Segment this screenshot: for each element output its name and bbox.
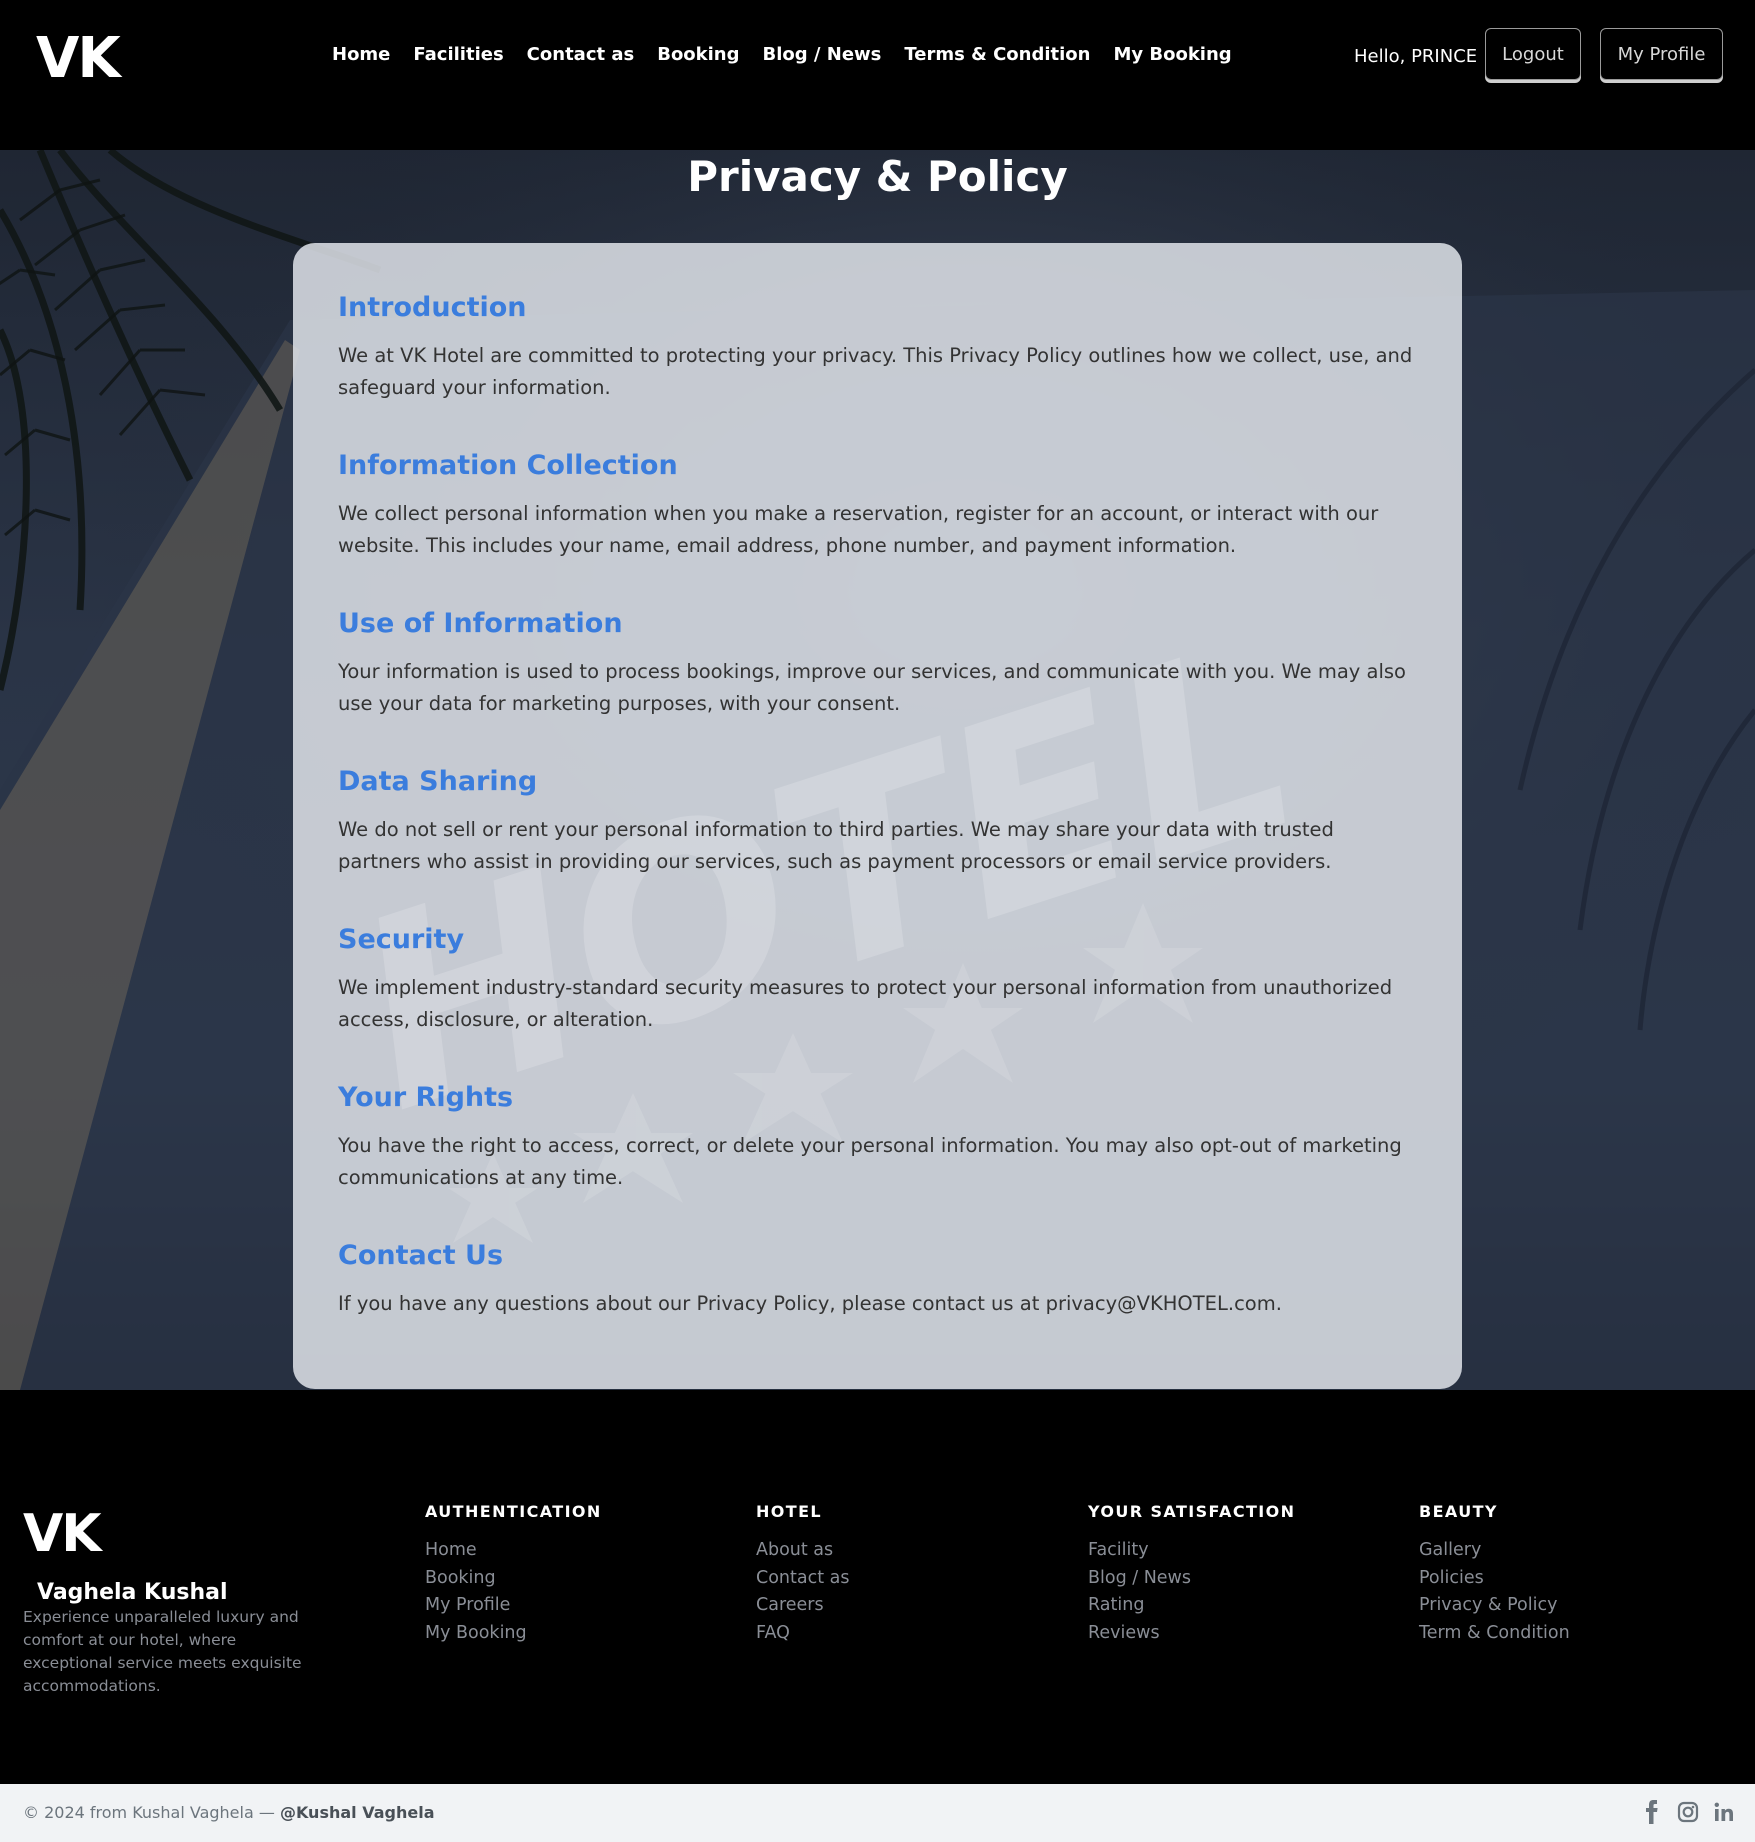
footer-link-contact[interactable]: Contact as — [756, 1565, 850, 1593]
footer-column-satisfaction: YOUR SATISFACTION Facility Blog / News R… — [1088, 1502, 1295, 1647]
section-text: We at VK Hotel are committed to protecti… — [338, 344, 1413, 399]
section-text: If you have any questions about our Priv… — [338, 1292, 1282, 1315]
nav-my-booking[interactable]: My Booking — [1113, 44, 1231, 65]
section-text: We do not sell or rent your personal inf… — [338, 818, 1334, 873]
footer-column-heading: BEAUTY — [1419, 1502, 1498, 1521]
footer-link-booking[interactable]: Booking — [425, 1565, 602, 1593]
footer-column-authentication: AUTHENTICATION Home Booking My Profile M… — [425, 1502, 602, 1647]
nav-booking[interactable]: Booking — [657, 44, 739, 65]
section-title: Use of Information — [338, 608, 623, 639]
site-logo[interactable]: VK — [36, 26, 121, 91]
linkedin-icon[interactable] — [1713, 1800, 1735, 1824]
footer-link-careers[interactable]: Careers — [756, 1592, 850, 1620]
footer-owner-name: Vaghela Kushal — [37, 1580, 228, 1605]
section-title: Contact Us — [338, 1240, 504, 1271]
footer-link-my-booking[interactable]: My Booking — [425, 1620, 602, 1648]
hero-section: Privacy & Policy HOTEL Introduction We at… — [0, 150, 1755, 1390]
section-title: Data Sharing — [338, 766, 538, 797]
section-text: Your information is used to process book… — [338, 660, 1406, 715]
footer-link-gallery[interactable]: Gallery — [1419, 1537, 1570, 1565]
copyright-bar: © 2024 from Kushal Vaghela — @Kushal Vag… — [0, 1784, 1755, 1842]
policy-sections: Introduction We at VK Hotel are committed… — [338, 288, 1418, 1362]
policy-card: HOTEL Introduction We at VK Hotel are com… — [293, 243, 1462, 1389]
main-nav: Home Facilities Contact as Booking Blog … — [332, 44, 1232, 65]
author-handle-link[interactable]: @Kushal Vaghela — [280, 1803, 435, 1822]
footer-link-facility[interactable]: Facility — [1088, 1537, 1295, 1565]
instagram-icon[interactable] — [1677, 1800, 1699, 1824]
section-text: We collect personal information when you… — [338, 502, 1379, 557]
section-text: We implement industry-standard security … — [338, 976, 1393, 1031]
footer-link-rating[interactable]: Rating — [1088, 1592, 1295, 1620]
section-title: Security — [338, 924, 465, 955]
footer-column-heading: HOTEL — [756, 1502, 823, 1521]
logout-button[interactable]: Logout — [1485, 28, 1581, 80]
my-profile-button[interactable]: My Profile — [1600, 28, 1723, 80]
footer-link-blog[interactable]: Blog / News — [1088, 1565, 1295, 1593]
section-title: Introduction — [338, 292, 527, 323]
footer-link-my-profile[interactable]: My Profile — [425, 1592, 602, 1620]
nav-terms[interactable]: Terms & Condition — [904, 44, 1090, 65]
footer-column-heading: AUTHENTICATION — [425, 1502, 602, 1521]
footer-link-reviews[interactable]: Reviews — [1088, 1620, 1295, 1648]
user-greeting: Hello, PRINCE — [1354, 46, 1478, 67]
footer-column-heading: YOUR SATISFACTION — [1088, 1502, 1296, 1521]
footer-link-terms[interactable]: Term & Condition — [1419, 1620, 1570, 1648]
site-footer: VK Vaghela Kushal Experience unparallele… — [0, 1390, 1755, 1784]
footer-link-policies[interactable]: Policies — [1419, 1565, 1570, 1593]
nav-contact[interactable]: Contact as — [527, 44, 635, 65]
nav-facilities[interactable]: Facilities — [413, 44, 503, 65]
footer-link-about[interactable]: About as — [756, 1537, 850, 1565]
footer-logo[interactable]: VK — [23, 1504, 102, 1564]
footer-link-privacy[interactable]: Privacy & Policy — [1419, 1592, 1570, 1620]
copyright-text: © 2024 from Kushal Vaghela — @Kushal Vag… — [23, 1803, 435, 1822]
section-text: You have the right to access, correct, o… — [338, 1134, 1402, 1189]
footer-column-beauty: BEAUTY Gallery Policies Privacy & Policy… — [1419, 1502, 1570, 1647]
section-title: Your Rights — [338, 1082, 514, 1113]
footer-link-home[interactable]: Home — [425, 1537, 602, 1565]
footer-description: Experience unparalleled luxury and comfo… — [23, 1608, 302, 1695]
nav-blog[interactable]: Blog / News — [763, 44, 882, 65]
social-links — [1641, 1800, 1735, 1824]
footer-column-hotel: HOTEL About as Contact as Careers FAQ — [756, 1502, 850, 1647]
footer-link-faq[interactable]: FAQ — [756, 1620, 850, 1648]
section-title: Information Collection — [338, 450, 678, 481]
site-header: VK Home Facilities Contact as Booking Bl… — [0, 0, 1755, 150]
page-title: Privacy & Policy — [687, 152, 1068, 201]
nav-home[interactable]: Home — [332, 44, 390, 65]
copyright-label: © 2024 from Kushal Vaghela — — [23, 1803, 280, 1822]
facebook-icon[interactable] — [1641, 1800, 1663, 1824]
